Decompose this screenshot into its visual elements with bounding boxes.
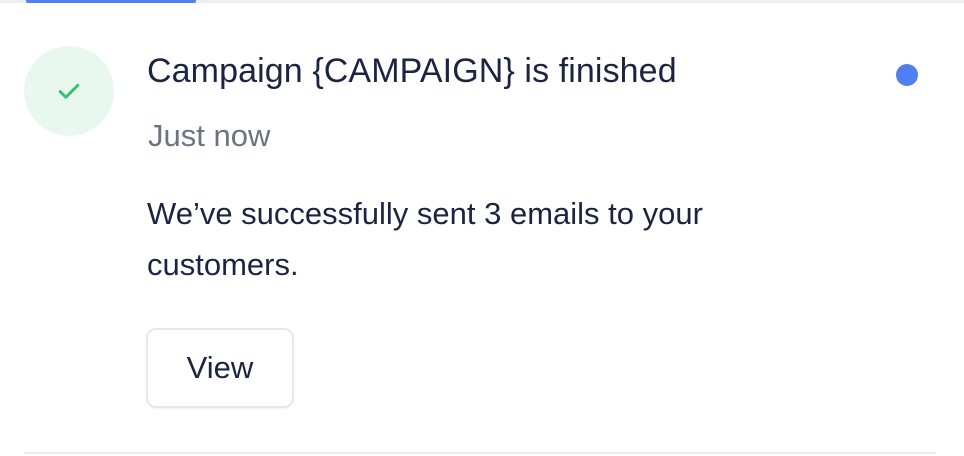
active-tab-indicator xyxy=(26,0,196,3)
notification-message: We’ve successfully sent 3 emails to your… xyxy=(147,196,703,282)
notification-timestamp: Just now xyxy=(148,118,271,153)
bottom-divider xyxy=(24,452,936,454)
notification-title: Campaign {CAMPAIGN} is finished xyxy=(147,52,677,90)
status-icon-badge xyxy=(24,46,114,136)
unread-indicator xyxy=(896,64,918,86)
view-button[interactable]: View xyxy=(146,328,294,408)
check-icon xyxy=(58,83,80,99)
notification-panel: Campaign {CAMPAIGN} is finished Just now… xyxy=(0,0,964,456)
